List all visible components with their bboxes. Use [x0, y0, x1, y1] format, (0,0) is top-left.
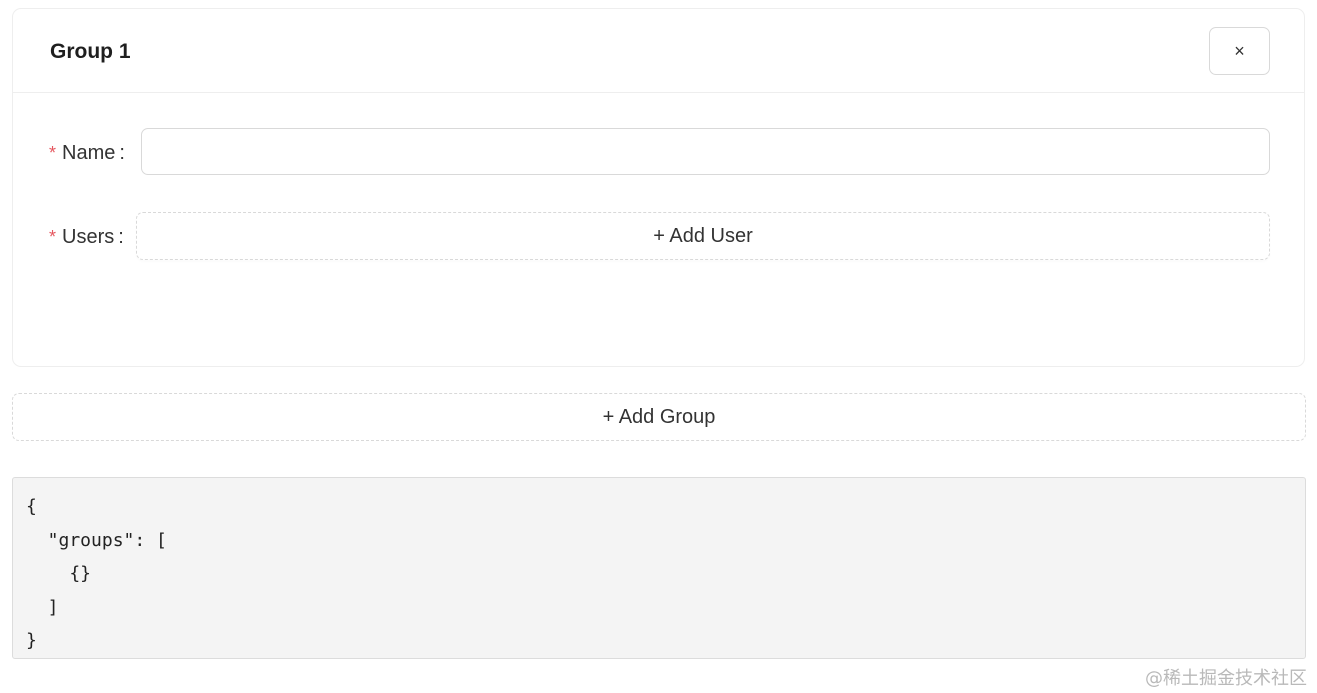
name-label-text: Name — [62, 142, 116, 164]
users-label-text: Users — [62, 226, 115, 248]
close-group-button[interactable]: × — [1209, 27, 1270, 75]
add-group-button[interactable]: + Add Group — [12, 393, 1306, 441]
required-mark: * — [49, 227, 57, 247]
add-user-button[interactable]: + Add User — [136, 212, 1270, 260]
add-user-label: + Add User — [653, 224, 753, 247]
json-preview: { "groups": [ {} ] } — [12, 477, 1306, 659]
watermark: @稀土掘金技术社区 — [1145, 668, 1307, 689]
required-mark: * — [49, 143, 57, 163]
page: Group 1 × * Name: * Users: + Add User + Ad… — [0, 0, 1317, 693]
users-label: * Users: — [49, 225, 124, 249]
group-title: Group 1 — [50, 40, 131, 63]
users-label-colon: : — [118, 226, 124, 248]
name-label-colon: : — [119, 142, 125, 164]
close-icon: × — [1234, 40, 1245, 61]
name-label: * Name: — [49, 141, 125, 165]
add-group-label: + Add Group — [602, 405, 716, 428]
group-card: Group 1 × * Name: * Users: + Add User — [12, 8, 1305, 367]
name-input[interactable] — [141, 128, 1270, 175]
group-card-header: Group 1 × — [13, 9, 1304, 93]
